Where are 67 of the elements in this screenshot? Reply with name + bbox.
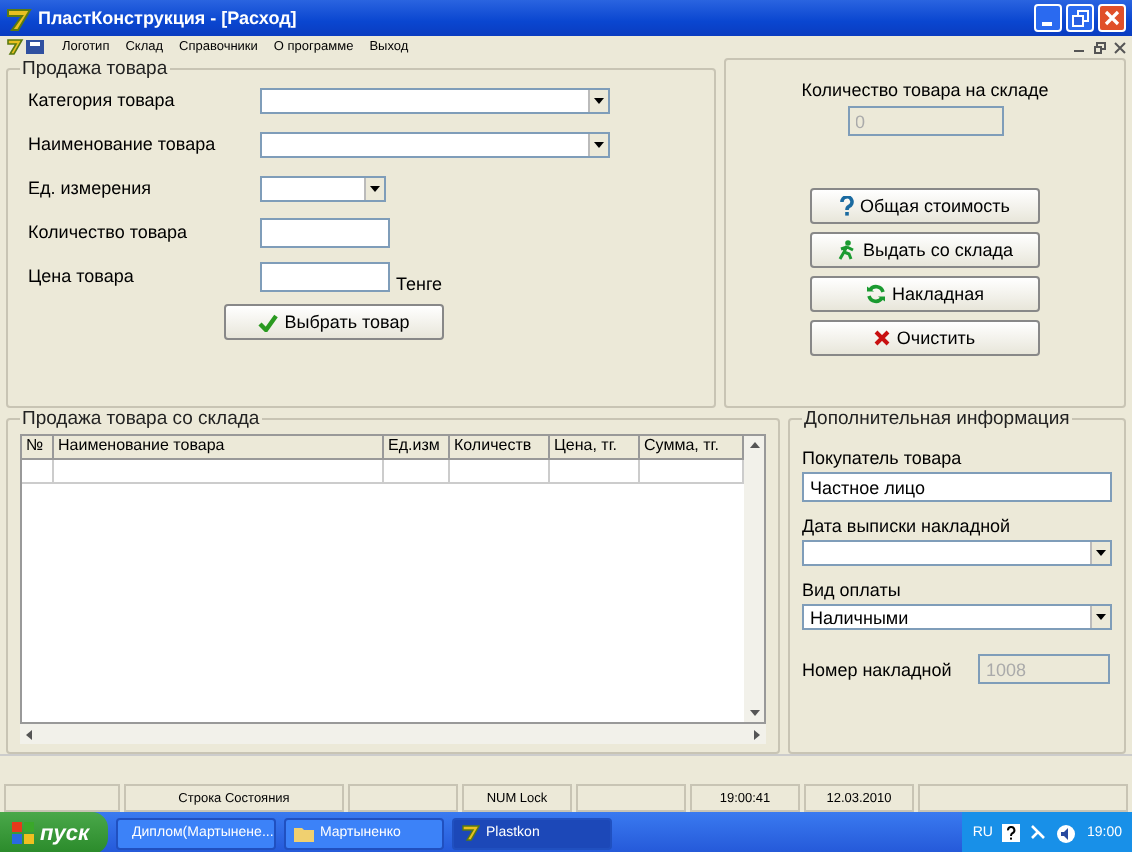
scroll-left-arrow-icon[interactable]	[26, 729, 32, 739]
group-title: Дополнительная информация	[802, 408, 1072, 430]
status-panel	[576, 784, 686, 812]
field-label: Наименование товара	[26, 134, 218, 154]
select-item-button[interactable]: Выбрать товар	[224, 304, 444, 340]
column-header[interactable]: №	[22, 436, 54, 460]
close-icon[interactable]	[1114, 41, 1126, 53]
dropdown[interactable]	[260, 175, 386, 201]
app-logo-icon	[6, 5, 32, 31]
status-panel	[348, 784, 458, 812]
minimize-button[interactable]	[1034, 4, 1062, 32]
refresh-icon	[866, 284, 887, 304]
help-icon[interactable]	[1002, 824, 1021, 842]
question-icon	[840, 196, 854, 216]
field-label: Цена товара	[26, 266, 136, 286]
app-logo-icon	[462, 824, 480, 842]
folder-icon	[294, 825, 314, 841]
group-title: Продажа товара	[20, 58, 170, 80]
logo-icon	[6, 38, 46, 56]
input-field[interactable]	[260, 217, 390, 247]
horizontal-scrollbar[interactable]	[20, 724, 766, 744]
table-cell[interactable]	[550, 460, 640, 484]
column-header[interactable]: Ед.изм	[384, 436, 450, 460]
table-cell[interactable]	[54, 460, 384, 484]
dropdown-arrow-icon	[370, 185, 380, 191]
check-icon	[258, 313, 279, 331]
input-field[interactable]	[260, 261, 390, 291]
start-button[interactable]: пуск	[0, 812, 108, 852]
dropdown[interactable]	[802, 540, 1112, 566]
dropdown-arrow-icon	[594, 97, 604, 103]
dropdown-arrow-icon	[594, 141, 604, 147]
scroll-up-arrow-icon[interactable]	[749, 442, 759, 448]
status-panel	[4, 784, 120, 812]
scroll-down-arrow-icon[interactable]	[749, 710, 759, 716]
dropdown-arrow-icon	[1096, 550, 1106, 556]
speaker-icon[interactable]	[1056, 823, 1077, 843]
restore-icon[interactable]	[1094, 41, 1106, 53]
window-title: ПластКонструкция - [Расход]	[38, 8, 297, 28]
column-header[interactable]: Количеств	[450, 436, 550, 460]
walking-person-icon	[836, 240, 857, 260]
field-label: Номер накладной	[802, 659, 954, 679]
windows-logo-icon	[12, 822, 34, 844]
dropdown-arrow-icon	[1096, 614, 1106, 620]
column-header[interactable]: Цена, тг.	[550, 436, 640, 460]
currency-label: Тенге	[396, 274, 443, 294]
field-label: Дата выписки накладной	[802, 516, 1013, 536]
dropdown[interactable]: Наличными	[802, 604, 1112, 630]
table-cell[interactable]	[22, 460, 54, 484]
field-label: Вид оплаты	[802, 580, 903, 600]
close-icon	[1104, 10, 1120, 26]
restore-button[interactable]	[1066, 4, 1094, 32]
cross-icon	[874, 330, 891, 346]
field-label: Количество товара	[26, 222, 190, 242]
scroll-right-arrow-icon[interactable]	[754, 729, 760, 739]
column-header[interactable]: Наименование товара	[54, 436, 384, 460]
field-label: Покупатель товара	[802, 448, 964, 468]
dropdown[interactable]	[260, 87, 610, 113]
vertical-scrollbar[interactable]	[744, 436, 764, 722]
field-label: Категория товара	[26, 90, 177, 110]
group-title: Продажа товара со склада	[20, 408, 262, 430]
dropdown[interactable]	[260, 131, 610, 157]
input-field[interactable]: Частное лицо	[802, 472, 1112, 502]
stock-quantity-label: Количество товара на складе	[801, 80, 1049, 100]
table-cell[interactable]	[384, 460, 450, 484]
table-cell[interactable]	[450, 460, 550, 484]
field-label: Ед. измерения	[26, 178, 153, 198]
close-button[interactable]	[1098, 4, 1126, 32]
